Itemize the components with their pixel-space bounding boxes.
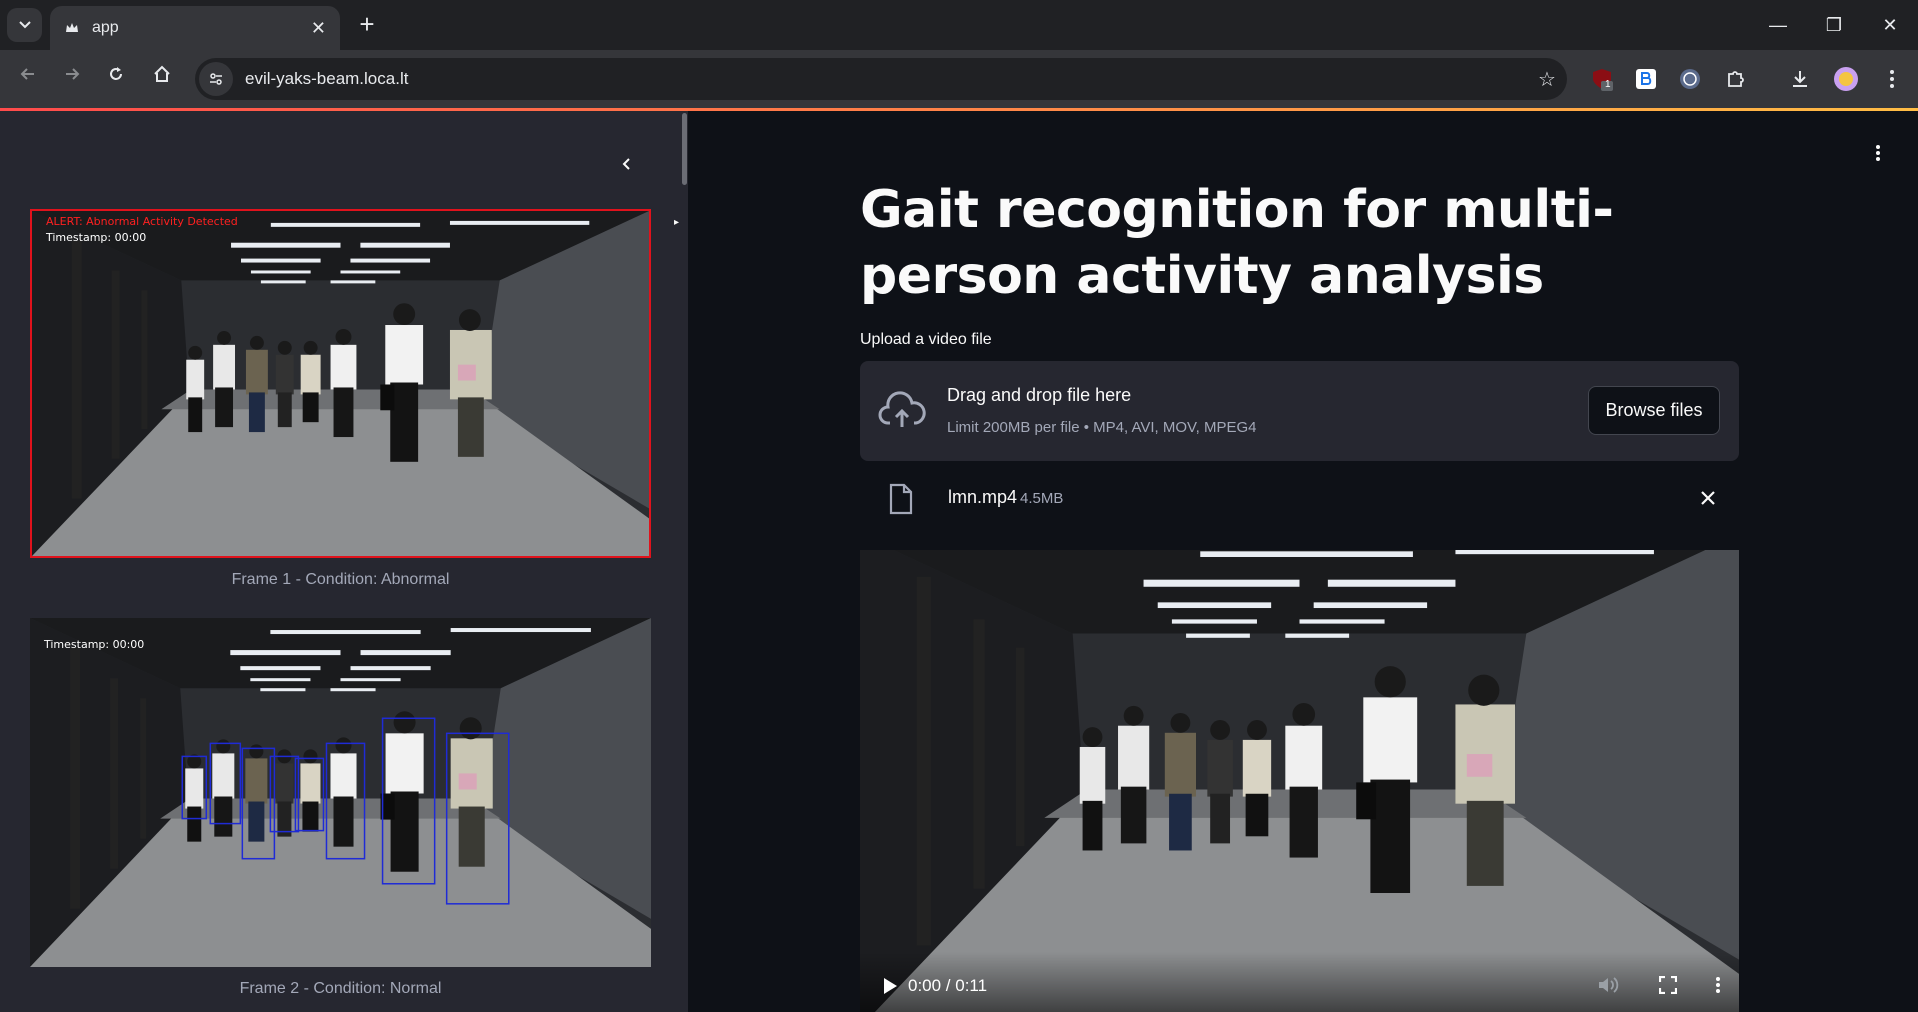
dropzone-title: Drag and drop file here <box>947 385 1132 405</box>
arrow-right-icon <box>66 68 80 80</box>
tab-app[interactable]: app ✕ <box>50 6 340 50</box>
tab-title: app <box>92 19 119 36</box>
profile-avatar[interactable] <box>1832 65 1860 93</box>
more-vertical-icon <box>1716 977 1720 993</box>
restore-button[interactable]: ❐ <box>1814 8 1854 42</box>
video-time: 0:00 / 0:11 <box>908 976 988 995</box>
web-extension-icon[interactable] <box>1676 65 1704 93</box>
frame-1-image: ALERT: Abnormal Activity Detected Timest… <box>30 209 651 558</box>
collapse-sidebar-button[interactable] <box>612 149 642 179</box>
tab-strip: app ✕ + — ❐ ✕ <box>0 0 1918 50</box>
bookmark-star-icon[interactable]: ☆ <box>1527 67 1567 92</box>
frame-1-caption: Frame 1 - Condition: Abnormal <box>231 571 450 588</box>
frame-2-caption: Frame 2 - Condition: Normal <box>239 980 442 997</box>
extension-badge: 1 <box>1605 79 1611 90</box>
tab-close-icon[interactable]: ✕ <box>311 18 326 39</box>
volume-icon <box>1599 977 1619 993</box>
browser-window: app ✕ + — ❐ ✕ evil-yaks-beam.loca.lt ☆ 1… <box>0 0 1918 1012</box>
close-window-button[interactable]: ✕ <box>1870 8 1910 42</box>
frame-2-image: Timestamp: 00:00 <box>30 618 651 967</box>
uploaded-file-row: lmn.mp4 4.5MB <box>860 473 1739 523</box>
upload-label: Upload a video file <box>860 331 992 348</box>
home-icon <box>154 65 170 82</box>
video-frame <box>860 550 1739 1012</box>
site-info-button[interactable] <box>199 62 233 96</box>
sidebar: ▸ ALERT: Abnormal Activity Detected Time… <box>0 111 688 1012</box>
video-controls: 0:00 / 0:11 <box>860 952 1739 1012</box>
browse-files-button[interactable]: Browse files <box>1588 386 1720 435</box>
browser-menu-icon[interactable] <box>1878 65 1906 93</box>
b-extension-icon[interactable] <box>1632 65 1660 93</box>
puzzle-extensions-icon[interactable] <box>1722 65 1750 93</box>
video-player[interactable]: 0:00 / 0:11 <box>860 550 1739 1012</box>
dropzone-subtitle: Limit 200MB per file • MP4, AVI, MOV, MP… <box>947 419 1257 436</box>
file-icon <box>889 483 913 515</box>
arrow-left-icon <box>20 68 34 80</box>
reload-icon <box>110 67 122 80</box>
ublock-extension-icon[interactable]: 1 <box>1588 65 1616 93</box>
sidebar-scrollbar[interactable] <box>682 113 687 185</box>
remove-file-button[interactable] <box>1694 484 1722 512</box>
fullscreen-icon <box>1659 976 1677 994</box>
file-name: lmn.mp4 <box>948 487 1018 507</box>
back-button[interactable] <box>12 63 44 95</box>
fullscreen-button[interactable] <box>1655 972 1681 998</box>
chevron-left-icon <box>622 158 630 170</box>
frame-1-alert-text: ALERT: Abnormal Activity Detected <box>46 215 238 228</box>
close-icon <box>1701 491 1715 505</box>
crown-favicon-icon <box>66 23 78 32</box>
chevron-down-icon <box>18 21 31 29</box>
tab-search-button[interactable] <box>7 8 42 42</box>
file-size: 4.5MB <box>1020 490 1064 507</box>
page-title: Gait recognition for multi-person activi… <box>860 180 1614 306</box>
main-content: Gait recognition for multi-person activi… <box>688 111 1918 1012</box>
app-menu-button[interactable] <box>1866 141 1890 165</box>
address-bar[interactable]: evil-yaks-beam.loca.lt ☆ <box>195 58 1567 100</box>
new-tab-button[interactable]: + <box>352 10 382 40</box>
video-more-button[interactable] <box>1705 972 1731 998</box>
sidebar-resize-handle[interactable]: ▸ <box>674 217 679 228</box>
forward-button[interactable] <box>56 63 88 95</box>
file-dropzone[interactable]: Drag and drop file here Limit 200MB per … <box>860 361 1739 461</box>
reload-button[interactable] <box>100 63 132 95</box>
download-icon[interactable] <box>1786 65 1814 93</box>
frame-2-timestamp: Timestamp: 00:00 <box>44 638 145 651</box>
browser-toolbar: evil-yaks-beam.loca.lt ☆ 1 <box>0 50 1918 110</box>
minimize-button[interactable]: — <box>1758 8 1798 42</box>
tune-icon <box>210 73 222 85</box>
url-text[interactable]: evil-yaks-beam.loca.lt <box>245 69 1527 89</box>
cloud-upload-icon <box>878 391 926 427</box>
volume-button[interactable] <box>1595 972 1621 998</box>
home-button[interactable] <box>146 63 178 95</box>
frame-1-timestamp: Timestamp: 00:00 <box>46 231 147 244</box>
more-vertical-icon <box>1876 145 1880 161</box>
play-icon[interactable] <box>880 976 900 996</box>
